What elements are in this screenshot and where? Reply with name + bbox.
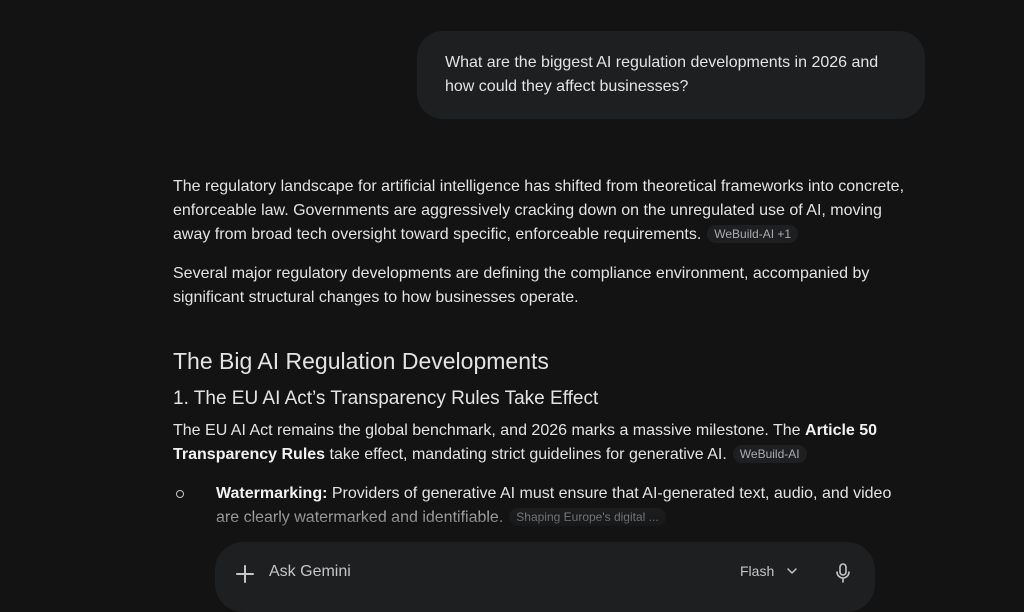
model-label: Flash (740, 563, 775, 579)
list-item: Watermarking: Providers of generative AI… (173, 482, 918, 530)
microphone-icon[interactable] (833, 562, 853, 584)
response-text: The EU AI Act remains the global benchma… (173, 422, 806, 439)
user-message-bubble: What are the biggest AI regulation devel… (417, 31, 925, 119)
section-subheading: 1. The EU AI Act’s Transparency Rules Ta… (173, 388, 599, 409)
source-chip[interactable]: WeBuild-AI (732, 445, 807, 463)
source-chip[interactable]: Shaping Europe's digital ... (509, 508, 666, 526)
source-chip[interactable]: WeBuild-AI +1 (707, 225, 799, 243)
response-paragraph: The EU AI Act remains the global benchma… (173, 419, 918, 467)
bold-text: Watermarking: (216, 485, 328, 502)
assistant-response: The regulatory landscape for artificial … (173, 175, 918, 530)
response-paragraph: Several major regulatory developments ar… (173, 265, 870, 306)
chevron-down-icon (787, 568, 797, 574)
prompt-input[interactable]: Ask Gemini (269, 563, 351, 581)
plus-icon[interactable] (235, 564, 255, 584)
model-selector[interactable]: Flash (740, 563, 798, 579)
response-paragraph: The regulatory landscape for artificial … (173, 175, 918, 247)
user-message-line: how could they affect businesses? (445, 78, 689, 95)
user-message-line: What are the biggest AI regulation devel… (445, 54, 879, 71)
prompt-input-bar[interactable]: Ask Gemini Flash (215, 542, 875, 612)
response-text: take effect, mandating strict guidelines… (325, 446, 727, 463)
section-heading: The Big AI Regulation Developments (173, 348, 549, 374)
bullet-list: Watermarking: Providers of generative AI… (173, 482, 918, 530)
bullet-circle-icon (176, 490, 184, 498)
